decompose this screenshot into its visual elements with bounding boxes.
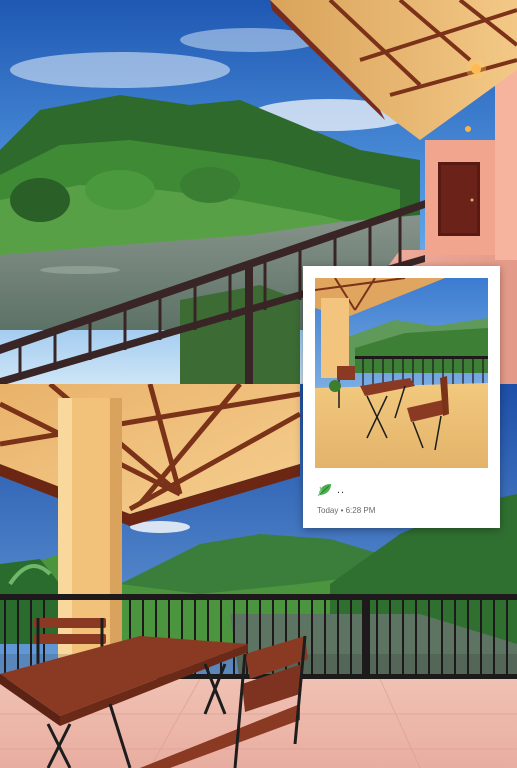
story-photo bbox=[315, 278, 488, 468]
story-timestamp: Today • 6:28 PM bbox=[317, 506, 376, 515]
story-photo-card[interactable]: .. Today • 6:28 PM bbox=[303, 266, 500, 528]
story-caption-row: .. bbox=[317, 483, 345, 497]
leaf-icon bbox=[317, 483, 333, 497]
story-caption: .. bbox=[337, 484, 346, 496]
story-photo-image bbox=[315, 278, 488, 468]
